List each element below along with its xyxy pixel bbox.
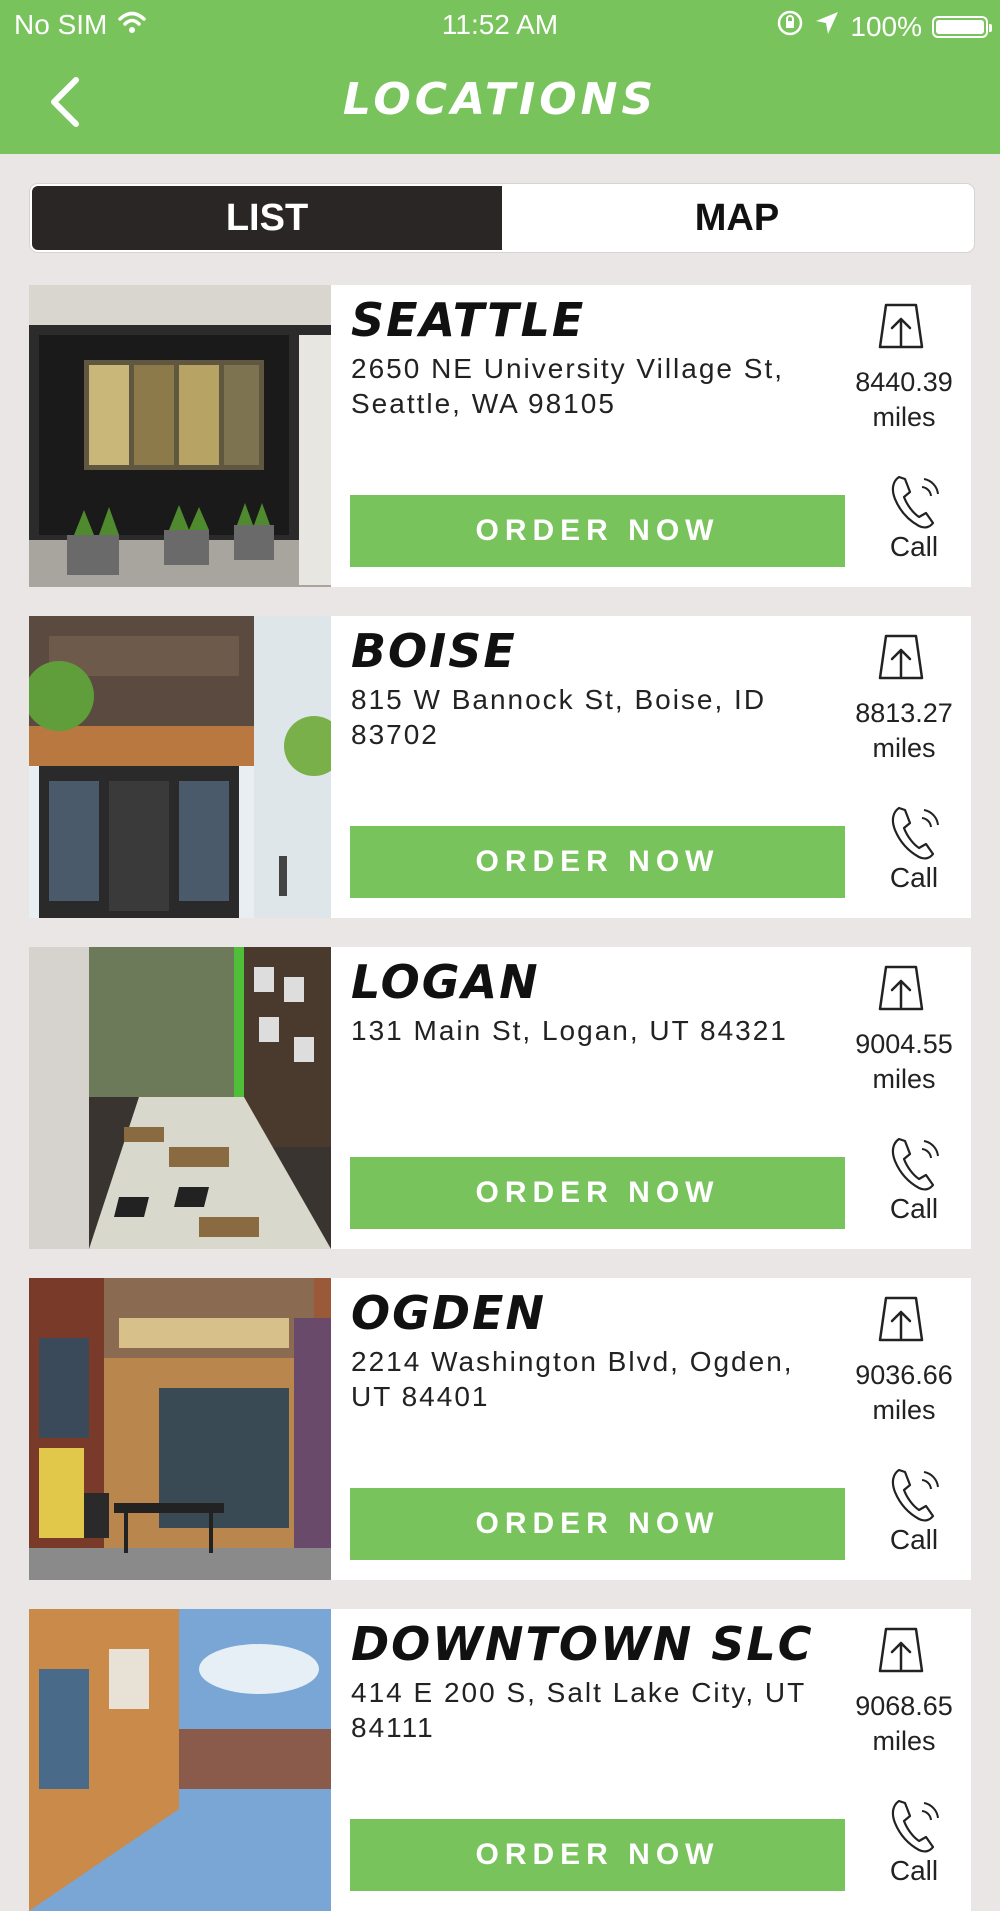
distance-value: 8440.39: [855, 367, 953, 397]
order-now-button[interactable]: ORDER NOW: [350, 1819, 845, 1891]
status-bar: No SIM 11:52 AM 100%: [0, 0, 1000, 52]
view-toggle: LIST MAP: [30, 184, 974, 252]
location-city: LOGAN: [351, 955, 540, 1009]
location-address: 2650 NE University Village St, Seattle, …: [351, 353, 784, 419]
orientation-lock-icon: [776, 9, 804, 44]
location-card-logan[interactable]: LOGAN 131 Main St, Logan, UT 84321 ORDER…: [29, 947, 971, 1249]
call-label: Call: [889, 1855, 939, 1886]
call-button[interactable]: Call: [859, 473, 969, 563]
distance-value: 9036.66: [855, 1360, 953, 1390]
status-right: 100%: [776, 9, 992, 44]
call-label: Call: [889, 531, 939, 562]
distance: 8813.27 miles: [839, 696, 969, 766]
call-button[interactable]: Call: [859, 1135, 969, 1225]
location-card-downtown-slc[interactable]: DOWNTOWN SLC 414 E 200 S, Salt Lake City…: [29, 1609, 971, 1911]
tab-map[interactable]: MAP: [502, 186, 972, 250]
call-button[interactable]: Call: [859, 1797, 969, 1887]
location-city: BOISE: [351, 624, 517, 678]
phone-icon: [891, 475, 939, 529]
distance-unit: miles: [872, 1064, 936, 1094]
location-address: 414 E 200 S, Salt Lake City, UT 84111: [351, 1677, 806, 1743]
directions-icon[interactable]: [876, 632, 926, 682]
location-card-seattle[interactable]: SEATTLE 2650 NE University Village St, S…: [29, 285, 971, 587]
phone-icon: [891, 1799, 939, 1853]
location-address: 131 Main St, Logan, UT 84321: [351, 1015, 788, 1046]
directions-icon[interactable]: [876, 1625, 926, 1675]
nav-bar: LOCATIONS: [0, 52, 1000, 154]
distance: 9004.55 miles: [839, 1027, 969, 1097]
location-city: OGDEN: [351, 1286, 546, 1340]
location-city: SEATTLE: [351, 293, 586, 347]
directions-icon[interactable]: [876, 963, 926, 1013]
order-now-button[interactable]: ORDER NOW: [350, 826, 845, 898]
location-photo: [29, 1609, 331, 1911]
location-card-boise[interactable]: BOISE 815 W Bannock St, Boise, ID 83702 …: [29, 616, 971, 918]
directions-icon[interactable]: [876, 1294, 926, 1344]
distance: 9068.65 miles: [839, 1689, 969, 1759]
distance-value: 8813.27: [855, 698, 953, 728]
location-photo: [29, 947, 331, 1249]
distance: 8440.39 miles: [839, 365, 969, 435]
phone-icon: [891, 1468, 939, 1522]
call-label: Call: [889, 1193, 939, 1224]
order-now-button[interactable]: ORDER NOW: [350, 1157, 845, 1229]
distance-unit: miles: [872, 1395, 936, 1425]
order-now-button[interactable]: ORDER NOW: [350, 495, 845, 567]
call-button[interactable]: Call: [859, 804, 969, 894]
distance: 9036.66 miles: [839, 1358, 969, 1428]
call-label: Call: [889, 1524, 939, 1555]
location-photo: [29, 285, 331, 587]
distance-value: 9068.65: [855, 1691, 953, 1721]
location-arrow-icon: [814, 10, 840, 43]
directions-icon[interactable]: [876, 301, 926, 351]
location-card-ogden[interactable]: OGDEN 2214 Washington Blvd, Ogden, UT 84…: [29, 1278, 971, 1580]
distance-unit: miles: [872, 402, 936, 432]
distance-unit: miles: [872, 733, 936, 763]
location-city: DOWNTOWN SLC: [351, 1617, 814, 1671]
battery-icon: [932, 15, 992, 38]
battery-percent: 100%: [850, 10, 922, 42]
location-address: 2214 Washington Blvd, Ogden, UT 84401: [351, 1346, 794, 1412]
distance-value: 9004.55: [855, 1029, 953, 1059]
phone-icon: [891, 806, 939, 860]
location-photo: [29, 1278, 331, 1580]
call-button[interactable]: Call: [859, 1466, 969, 1556]
tab-list[interactable]: LIST: [32, 186, 502, 250]
order-now-button[interactable]: ORDER NOW: [350, 1488, 845, 1560]
page-title: LOCATIONS: [342, 74, 658, 125]
distance-unit: miles: [872, 1726, 936, 1756]
phone-icon: [891, 1137, 939, 1191]
location-address: 815 W Bannock St, Boise, ID 83702: [351, 684, 767, 750]
call-label: Call: [889, 862, 939, 893]
location-photo: [29, 616, 331, 918]
